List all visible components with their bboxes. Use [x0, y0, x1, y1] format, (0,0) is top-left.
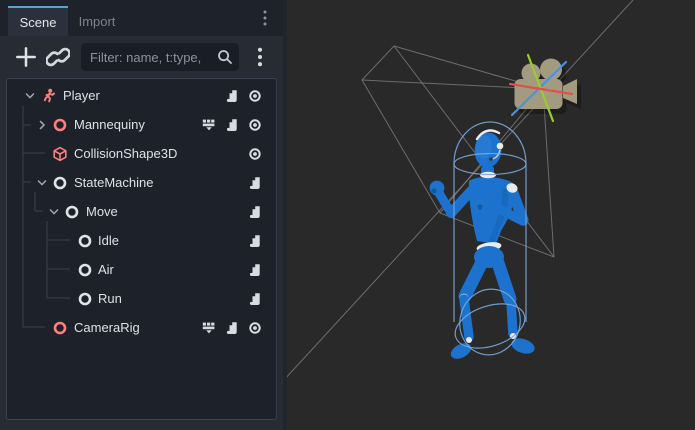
node-label: Air — [98, 262, 114, 277]
filter-box — [81, 43, 239, 71]
node-label: Idle — [98, 233, 119, 248]
row-buttons — [202, 111, 262, 139]
dock-menu-icon[interactable] — [258, 9, 272, 27]
tree-node-mannequiny[interactable]: Mannequiny — [8, 111, 275, 139]
node-label: Move — [86, 204, 118, 219]
expand-arrow-down-icon[interactable] — [23, 89, 37, 103]
row-buttons — [248, 285, 262, 313]
script-icon[interactable] — [225, 89, 239, 103]
tree-node-camerarig[interactable]: CameraRig — [8, 314, 275, 342]
script-icon[interactable] — [248, 292, 262, 306]
node-icon — [77, 291, 93, 307]
row-buttons — [248, 256, 262, 284]
node3d-red-icon — [52, 117, 68, 133]
expand-arrow-right-icon[interactable] — [35, 118, 49, 132]
node3d-red-icon — [52, 320, 68, 336]
row-buttons — [202, 314, 262, 342]
tree-node-air[interactable]: Air — [8, 256, 275, 284]
godot-editor: Scene Import Filter: name, t:type, Playe… — [0, 0, 695, 430]
visibility-icon[interactable] — [248, 118, 262, 132]
node-label: Run — [98, 291, 122, 306]
character-body-icon — [40, 88, 56, 104]
node-label: CameraRig — [74, 320, 140, 335]
tab-scene-label: Scene — [19, 14, 57, 30]
script-icon[interactable] — [248, 205, 262, 219]
add-node-button[interactable] — [14, 45, 38, 69]
collision-shape-icon — [52, 146, 68, 162]
mannequin-model — [429, 129, 535, 359]
row-buttons — [248, 227, 262, 255]
viewport-3d[interactable] — [283, 0, 695, 430]
instance-scene-button[interactable] — [46, 45, 70, 69]
row-buttons — [225, 82, 262, 110]
node-label: StateMachine — [74, 175, 154, 190]
scene-tree-rows: Player Mannequiny CollisionShape3D StateMac… — [7, 79, 276, 419]
script-icon[interactable] — [248, 234, 262, 248]
dock-tabstrip: Scene Import — [0, 0, 283, 36]
script-icon[interactable] — [248, 176, 262, 190]
node-icon — [77, 262, 93, 278]
node-label: Mannequiny — [74, 117, 145, 132]
tree-node-player[interactable]: Player — [8, 82, 275, 110]
visibility-icon[interactable] — [248, 89, 262, 103]
node-icon — [64, 204, 80, 220]
scene-toolbar — [0, 36, 283, 78]
viewport-render — [283, 0, 634, 382]
camera-gizmo — [508, 53, 581, 123]
tree-node-move[interactable]: Move — [8, 198, 275, 226]
tab-import-label: Import — [78, 13, 116, 29]
scene-dock: Scene Import Filter: name, t:type, Playe… — [0, 0, 283, 430]
dock-viewport-divider — [283, 0, 287, 430]
tree-node-collisionshape3d[interactable]: CollisionShape3D — [8, 140, 275, 168]
row-buttons — [248, 198, 262, 226]
tree-node-idle[interactable]: Idle — [8, 227, 275, 255]
filter-input[interactable] — [81, 43, 239, 71]
visibility-icon[interactable] — [248, 321, 262, 335]
row-buttons — [248, 140, 262, 168]
node-label: CollisionShape3D — [74, 146, 178, 161]
expand-arrow-down-icon[interactable] — [47, 205, 61, 219]
node-icon — [52, 175, 68, 191]
node-icon — [77, 233, 93, 249]
tree-node-statemachine[interactable]: StateMachine — [8, 169, 275, 197]
scene-tree-menu-icon[interactable] — [248, 45, 272, 69]
tree-node-run[interactable]: Run — [8, 285, 275, 313]
tab-scene[interactable]: Scene — [8, 6, 68, 36]
script-icon[interactable] — [225, 118, 239, 132]
film-icon[interactable] — [202, 118, 216, 132]
script-icon[interactable] — [225, 321, 239, 335]
node-label: Player — [63, 88, 100, 103]
script-icon[interactable] — [248, 263, 262, 277]
scene-tree-panel: Player Mannequiny CollisionShape3D StateMac… — [6, 78, 277, 420]
headset-earpiece — [496, 142, 504, 150]
tab-import[interactable]: Import — [68, 6, 126, 36]
film-icon[interactable] — [202, 321, 216, 335]
expand-arrow-down-icon[interactable] — [35, 176, 49, 190]
row-buttons — [248, 169, 262, 197]
visibility-icon[interactable] — [248, 147, 262, 161]
